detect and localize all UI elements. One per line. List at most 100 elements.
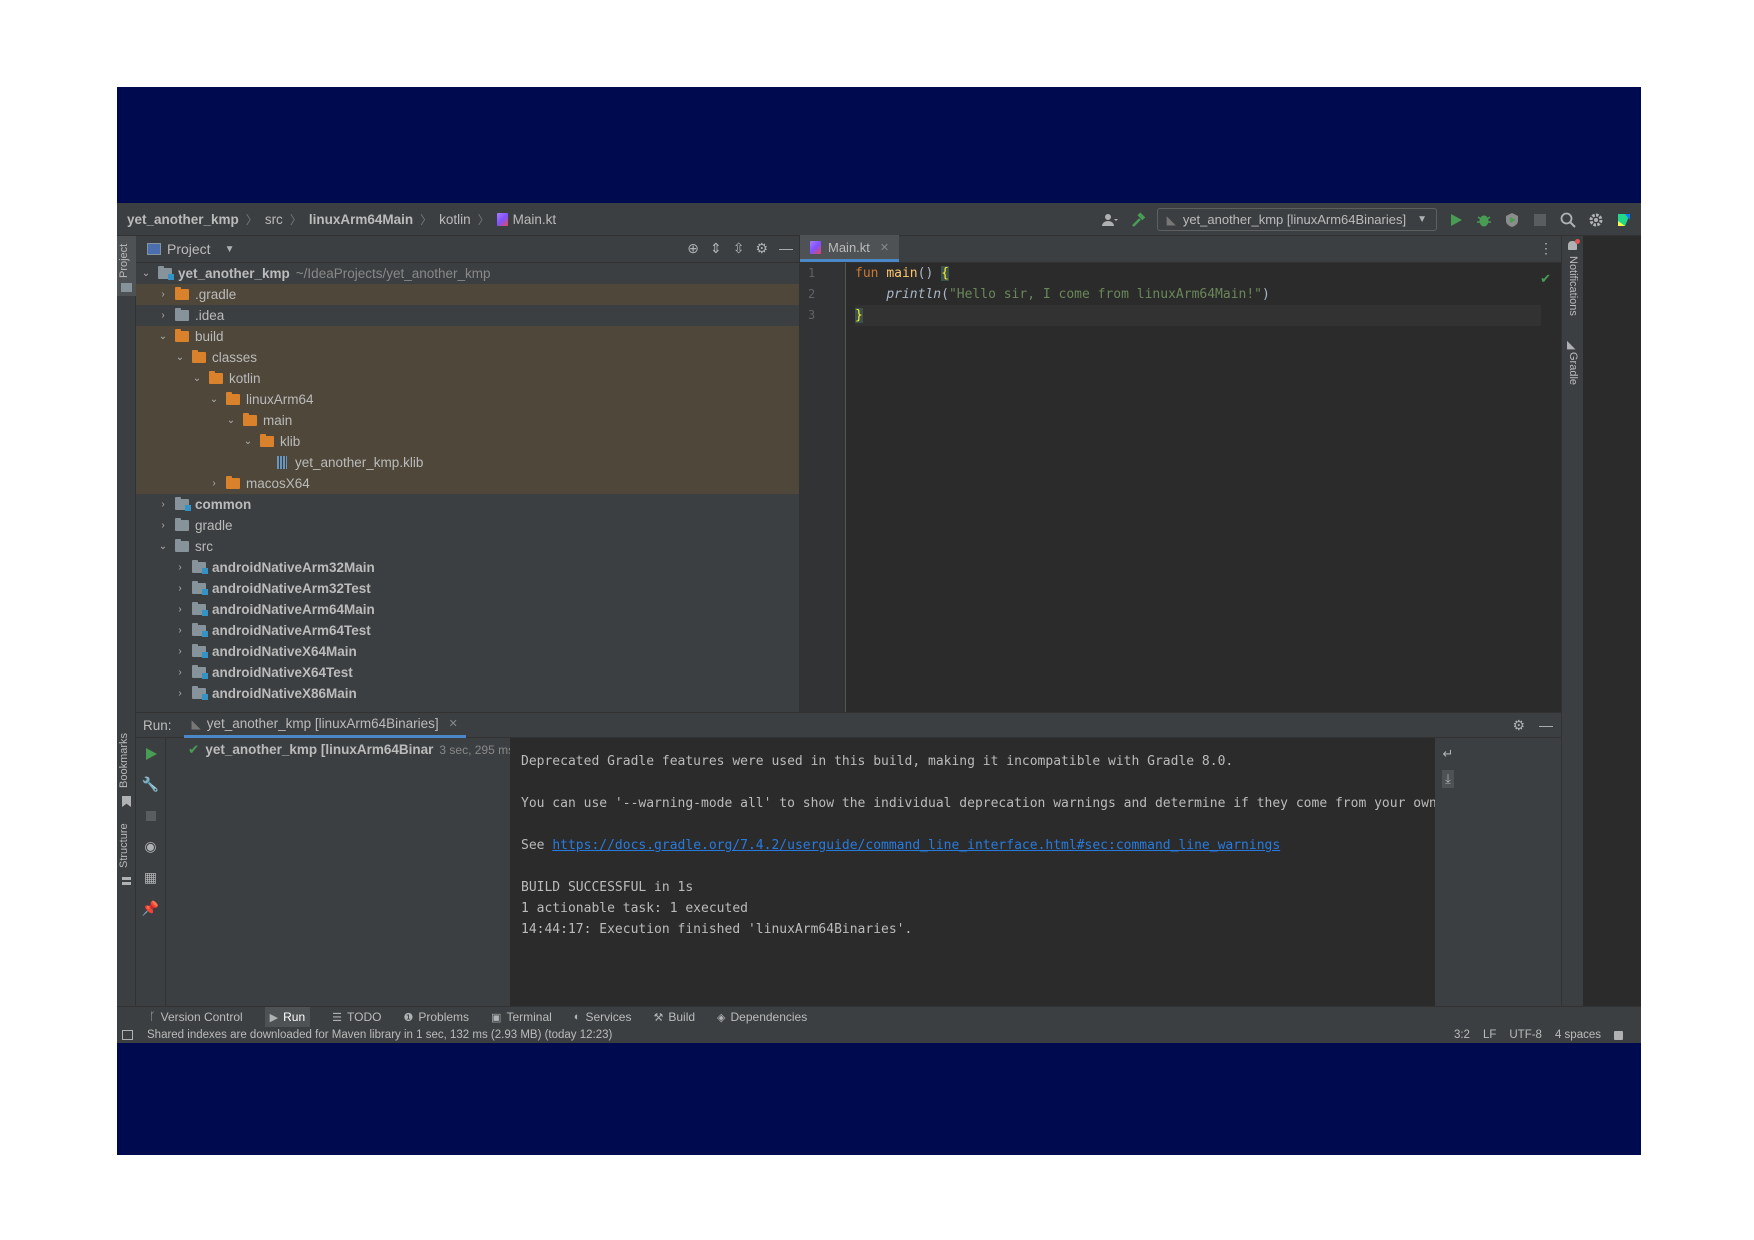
settings-gear-icon[interactable]: ⚙ xyxy=(1512,717,1525,734)
tool-build[interactable]: ⚒ Build xyxy=(653,1010,695,1024)
indent-setting[interactable]: 4 spaces xyxy=(1555,1029,1601,1041)
close-icon[interactable]: ✕ xyxy=(449,717,458,730)
more-options-icon[interactable]: ⋮ xyxy=(1539,240,1553,257)
chevron-down-icon[interactable]: ⌄ xyxy=(174,352,186,363)
gradle-tool-button[interactable]: ◣ Gradle xyxy=(1562,336,1584,396)
line-separator[interactable]: LF xyxy=(1483,1029,1496,1041)
tree-item[interactable]: ⌄ main xyxy=(136,410,799,431)
gradle-docs-link[interactable]: https://docs.gradle.org/7.4.2/userguide/… xyxy=(552,838,1280,853)
structure-tool-button[interactable]: Structure xyxy=(117,816,136,896)
chevron-right-icon[interactable]: › xyxy=(174,646,186,657)
tree-item[interactable]: ⌄ classes xyxy=(136,347,799,368)
run-configuration-selector[interactable]: ◣ yet_another_kmp [linuxArm64Binaries] ▼ xyxy=(1156,208,1437,231)
chevron-down-icon[interactable]: ⌄ xyxy=(208,394,220,405)
chevron-down-icon[interactable]: ⌄ xyxy=(157,331,169,342)
hammer-build-icon[interactable] xyxy=(1129,211,1147,229)
chevron-right-icon[interactable]: › xyxy=(208,478,220,489)
debug-bug-icon[interactable] xyxy=(1475,211,1493,229)
chevron-down-icon[interactable]: ⌄ xyxy=(140,268,152,279)
tool-dependencies[interactable]: ◈ Dependencies xyxy=(717,1010,807,1024)
tree-item-root[interactable]: ⌄ yet_another_kmp ~/IdeaProjects/yet_ano… xyxy=(136,263,799,284)
tree-item[interactable]: ⌄ linuxArm64 xyxy=(136,389,799,410)
bookmarks-tool-button[interactable]: Bookmarks xyxy=(117,726,136,816)
tree-item[interactable]: ⌄ build xyxy=(136,326,799,347)
chevron-right-icon[interactable]: › xyxy=(174,562,186,573)
stop-icon[interactable] xyxy=(1531,211,1549,229)
tree-item[interactable]: › gradle xyxy=(136,515,799,536)
tree-item[interactable]: › common xyxy=(136,494,799,515)
tree-item[interactable]: › androidNativeX64Main xyxy=(136,641,799,662)
rerun-icon[interactable] xyxy=(136,738,165,769)
tool-run[interactable]: ▶ Run xyxy=(264,1007,311,1027)
ide-logo-icon[interactable] xyxy=(1615,211,1633,229)
notifications-tool-button[interactable]: Notifications xyxy=(1562,236,1584,326)
soft-wrap-icon[interactable]: ↵ xyxy=(1443,746,1454,762)
chevron-right-icon[interactable]: › xyxy=(157,499,169,510)
chevron-right-icon[interactable]: › xyxy=(174,625,186,636)
file-encoding[interactable]: UTF-8 xyxy=(1509,1029,1542,1041)
chevron-right-icon[interactable]: › xyxy=(157,520,169,531)
caret-position[interactable]: 3:2 xyxy=(1454,1029,1470,1041)
stop-icon[interactable] xyxy=(136,800,165,831)
tool-version-control[interactable]: ᚴ Version Control xyxy=(149,1010,243,1024)
chevron-right-icon[interactable]: › xyxy=(174,688,186,699)
chevron-down-icon[interactable]: ⌄ xyxy=(191,373,203,384)
tree-item[interactable]: ⌄ klib xyxy=(136,431,799,452)
pin-icon[interactable]: 📌 xyxy=(136,893,165,924)
eye-icon[interactable]: ◉ xyxy=(136,831,165,862)
breadcrumb-item[interactable]: yet_another_kmp xyxy=(127,212,239,227)
breadcrumb-item[interactable]: linuxArm64Main xyxy=(309,212,413,227)
tree-item[interactable]: › androidNativeArm64Test xyxy=(136,620,799,641)
code-area[interactable]: fun main() { println("Hello sir, I come … xyxy=(855,263,1541,326)
settings-gear-icon[interactable]: ⚙ xyxy=(755,240,768,257)
tool-services[interactable]: ◐ Services xyxy=(574,1010,632,1024)
window-toggle-icon[interactable] xyxy=(122,1030,133,1040)
hide-panel-icon[interactable]: — xyxy=(1539,717,1553,734)
close-icon[interactable]: ✕ xyxy=(880,241,889,254)
console-output[interactable]: Deprecated Gradle features were used in … xyxy=(510,738,1435,1007)
settings-gear-icon[interactable] xyxy=(1587,211,1605,229)
breadcrumb-item[interactable]: src xyxy=(265,212,283,227)
chevron-right-icon[interactable]: › xyxy=(174,583,186,594)
locate-target-icon[interactable]: ⊕ xyxy=(687,240,699,257)
tree-item[interactable]: › .idea xyxy=(136,305,799,326)
scroll-to-end-icon[interactable]: ⤓ xyxy=(1442,770,1454,788)
tab-main-kt[interactable]: Main.kt ✕ xyxy=(800,235,900,262)
search-icon[interactable] xyxy=(1559,211,1577,229)
tool-todo[interactable]: ☰ TODO xyxy=(332,1010,381,1024)
wrench-icon[interactable]: 🔧 xyxy=(136,769,165,800)
inspection-ok-check-icon[interactable]: ✔ xyxy=(1540,271,1551,287)
tree-item[interactable]: › .gradle xyxy=(136,284,799,305)
chevron-down-icon[interactable]: ⌄ xyxy=(225,415,237,426)
layout-icon[interactable]: ▦ xyxy=(136,862,165,893)
project-tool-button[interactable]: Project xyxy=(117,236,136,296)
chevron-down-icon[interactable]: ⌄ xyxy=(242,436,254,447)
chevron-right-icon[interactable]: › xyxy=(174,604,186,615)
tree-item[interactable]: › macosX64 xyxy=(136,473,799,494)
chevron-right-icon[interactable]: › xyxy=(157,289,169,300)
tool-problems[interactable]: ❶ Problems xyxy=(403,1010,469,1024)
tree-item[interactable]: › androidNativeArm64Main xyxy=(136,599,799,620)
breadcrumb-item[interactable]: Main.kt xyxy=(513,212,557,227)
chevron-right-icon[interactable]: › xyxy=(174,667,186,678)
hide-panel-icon[interactable]: — xyxy=(779,240,793,257)
tree-item[interactable]: yet_another_kmp.klib xyxy=(136,452,799,473)
run-tab[interactable]: ◣ yet_another_kmp [linuxArm64Binaries] ✕ xyxy=(183,713,466,738)
lock-icon[interactable] xyxy=(1614,1030,1623,1040)
project-panel-title[interactable]: Project xyxy=(167,241,211,257)
coverage-icon[interactable] xyxy=(1503,211,1521,229)
tree-item[interactable]: › androidNativeX64Test xyxy=(136,662,799,683)
tool-terminal[interactable]: ▣ Terminal xyxy=(491,1010,552,1024)
chevron-down-icon[interactable]: ⌄ xyxy=(157,541,169,552)
tree-item[interactable]: ⌄ src xyxy=(136,536,799,557)
user-icon[interactable] xyxy=(1101,211,1119,229)
tree-item[interactable]: › androidNativeX86Main xyxy=(136,683,799,704)
tree-item[interactable]: › androidNativeArm32Test xyxy=(136,578,799,599)
chevron-down-icon[interactable]: ▼ xyxy=(225,244,235,255)
tree-item[interactable]: › androidNativeArm32Main xyxy=(136,557,799,578)
tree-item[interactable]: ⌄ kotlin xyxy=(136,368,799,389)
run-icon[interactable] xyxy=(1447,211,1465,229)
breadcrumb-item[interactable]: kotlin xyxy=(439,212,471,227)
expand-all-icon[interactable]: ⇕ xyxy=(710,240,722,257)
run-result-item[interactable]: ✔ yet_another_kmp [linuxArm64Binar 3 sec… xyxy=(166,738,510,761)
